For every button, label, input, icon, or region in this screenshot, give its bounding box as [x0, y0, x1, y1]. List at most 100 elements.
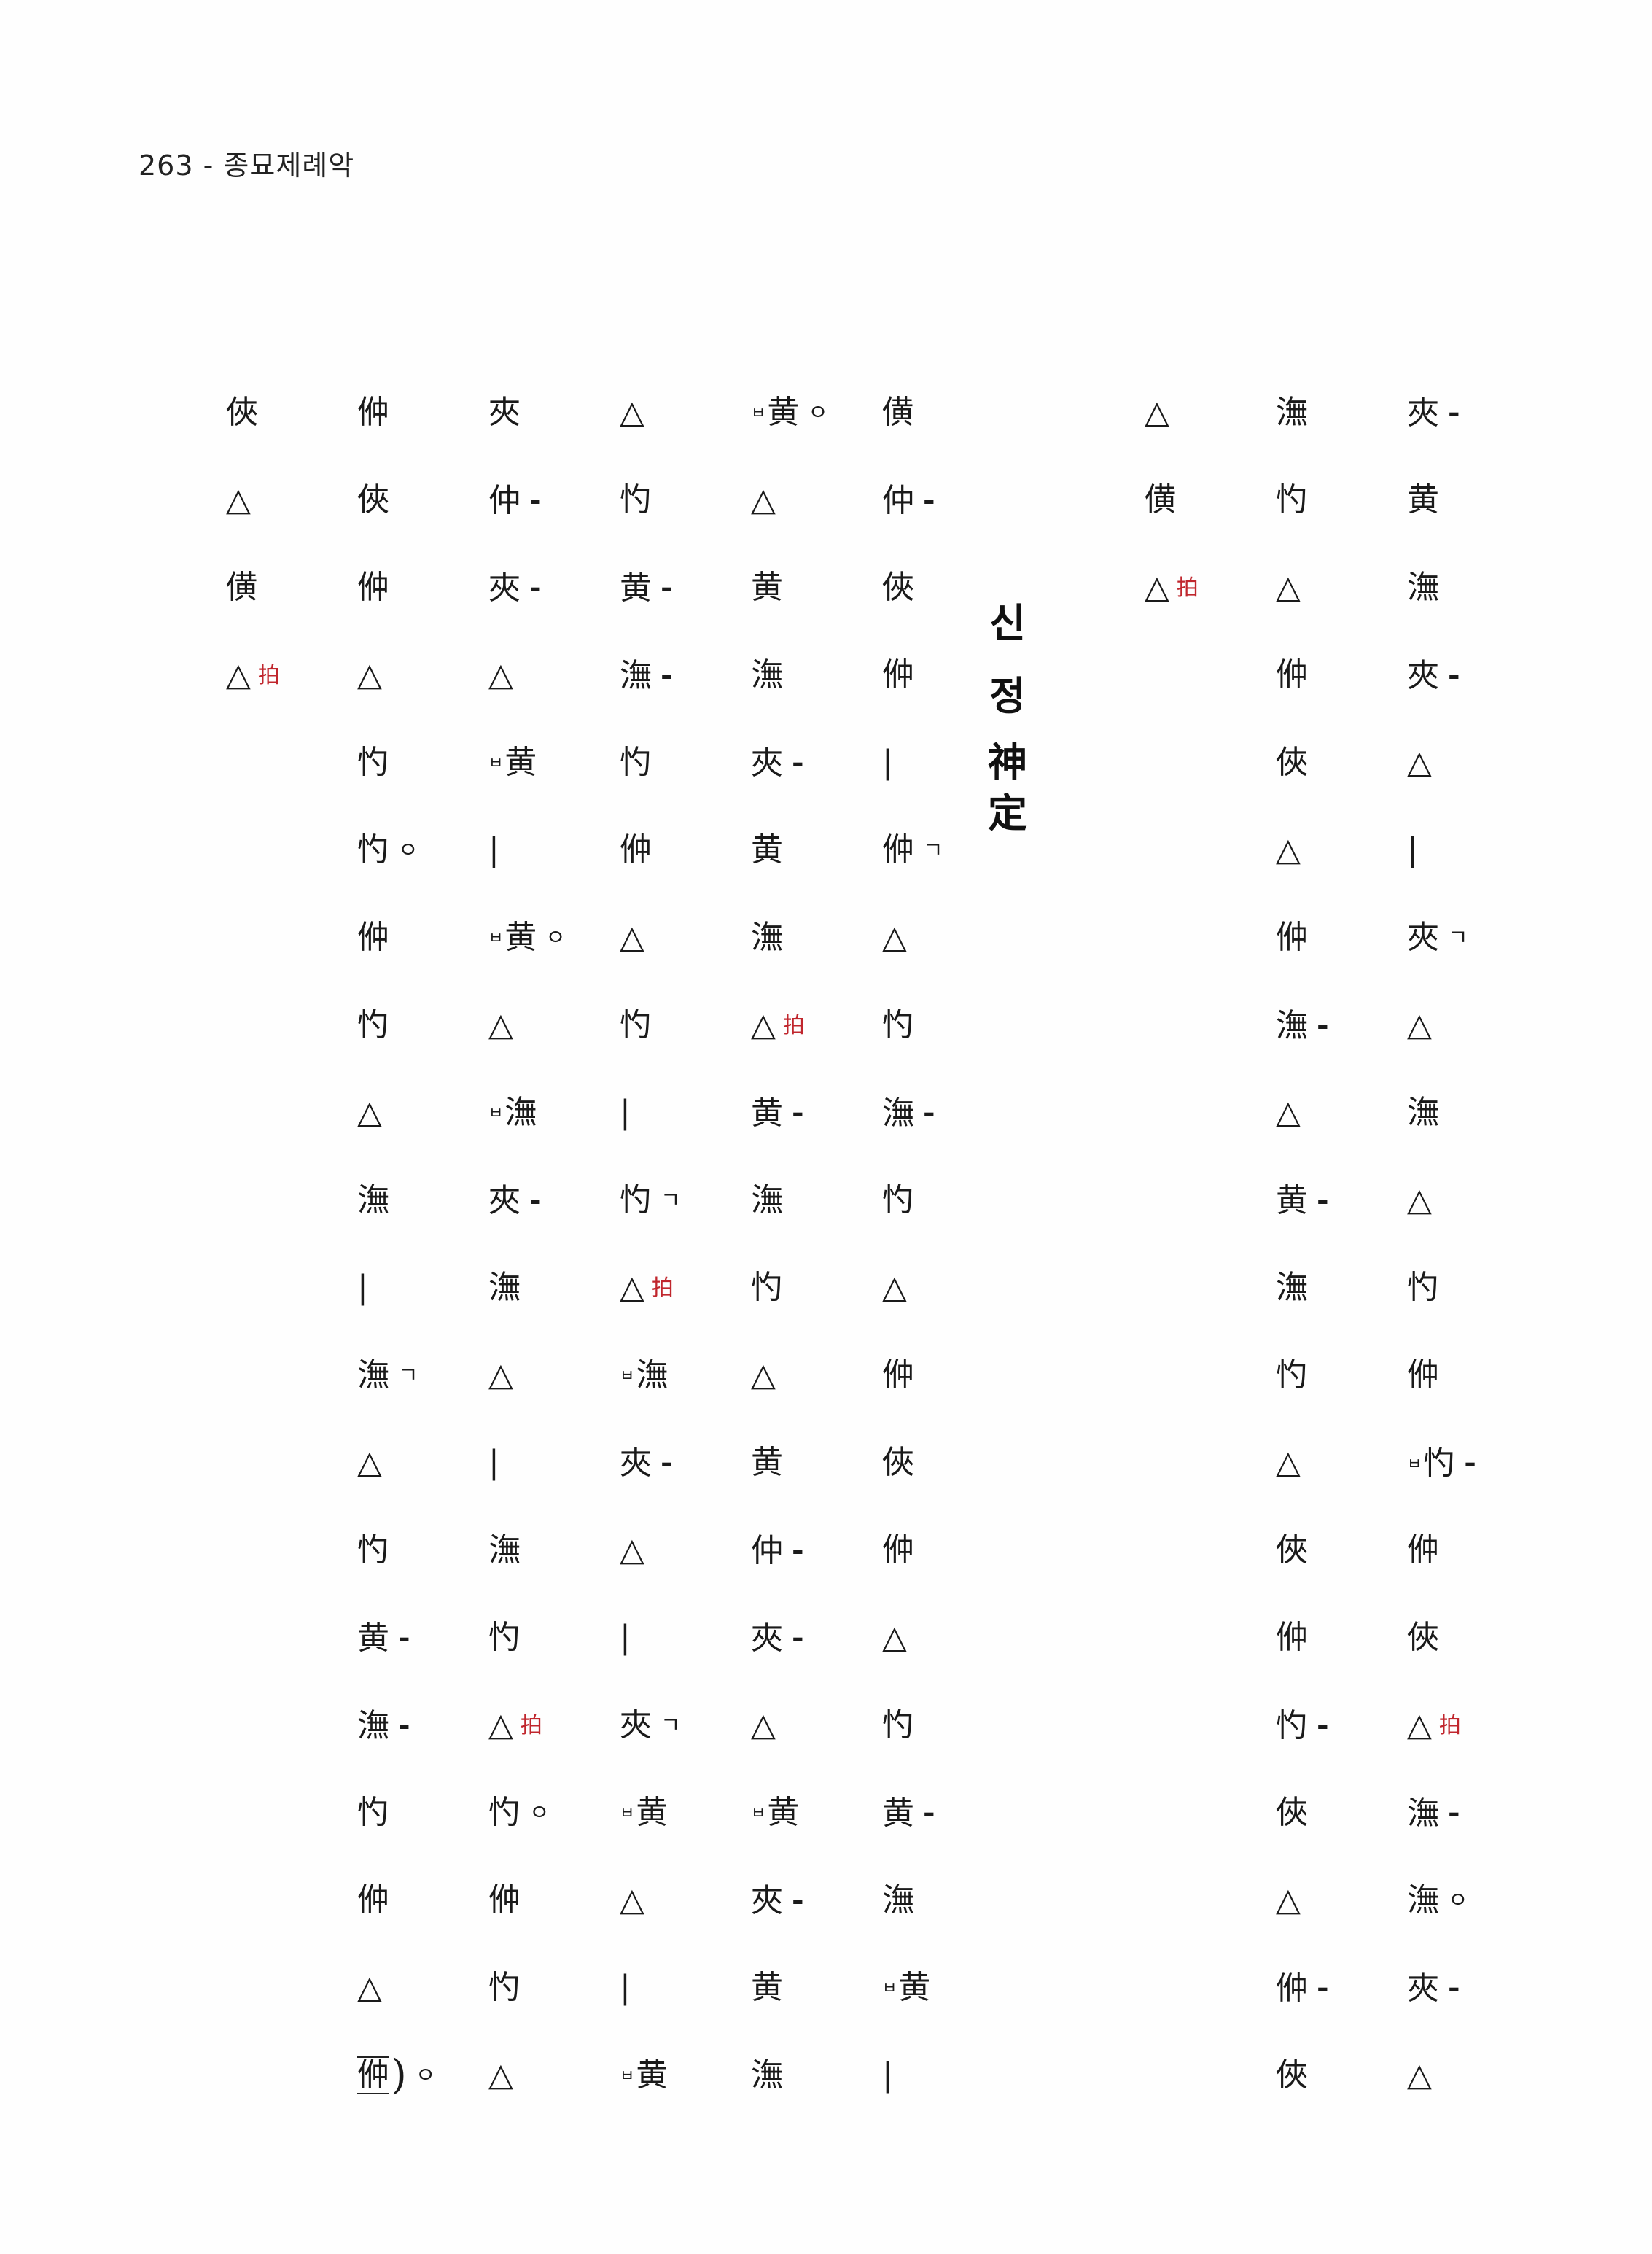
title-hanja-2: 定 — [988, 790, 1027, 836]
notation-cell: 夾- — [751, 1609, 882, 1667]
pitch-symbol: 㑖 — [357, 2056, 389, 2094]
notation-cell: △ 拍 — [488, 1696, 620, 1754]
notation-cell: 俠 — [357, 471, 488, 529]
ornament-suffix: - — [398, 1620, 410, 1655]
pitch-symbol: 㑖 — [357, 919, 389, 956]
pitch-symbol: 㣿 — [357, 831, 389, 868]
notation-cell: 㣿 — [620, 471, 751, 529]
notation-cell: 㑖 — [1276, 646, 1407, 704]
notation-cell: 黄- — [357, 1609, 488, 1667]
pitch-symbol: 黄 — [1276, 1182, 1308, 1219]
pitch-symbol: 黄 — [751, 831, 783, 868]
pitch-symbol: 俠 — [357, 481, 389, 518]
notation-cell: ㅂ黄 — [882, 1959, 1013, 2017]
pitch-symbol: 㑖 — [1276, 656, 1308, 693]
ornament-suffix: - — [1317, 1970, 1329, 2005]
pitch-symbol: 俠 — [1276, 1531, 1308, 1569]
notation-cell: 黄- — [620, 559, 751, 617]
pitch-symbol: 黄 — [751, 1095, 783, 1132]
notation-cell: 㑖 — [620, 821, 751, 879]
ornament-suffix: ㅇ — [1448, 1888, 1468, 1913]
title-hanja-1: 神 — [988, 739, 1027, 785]
notation-cell: 㣿ㅇ — [488, 1784, 620, 1842]
notation-cell: 㣿 — [882, 1696, 1013, 1754]
notation-cell: 潕- — [620, 646, 751, 704]
notation-cell: 潕 — [1276, 1259, 1407, 1317]
ornament-suffix: - — [1317, 1183, 1329, 1217]
pitch-symbol: 㑖 — [620, 831, 652, 868]
pitch-symbol: 㣿 — [1276, 1356, 1308, 1394]
pitch-symbol: △ — [882, 1619, 907, 1656]
pitch-symbol: 黄 — [767, 394, 800, 431]
pitch-symbol: 夾 — [1407, 919, 1439, 956]
ornament-prefix: ㅂ — [620, 2067, 635, 2086]
pitch-symbol: △ — [620, 1269, 644, 1306]
pitch-symbol: 俠 — [1276, 744, 1308, 781]
notation-cell: 㑖 — [882, 1346, 1013, 1404]
pitch-symbol: 黄 — [620, 570, 652, 607]
pitch-symbol: 黄 — [751, 1444, 783, 1481]
pitch-symbol: 夾 — [1407, 395, 1439, 432]
pitch-symbol: 㣿 — [357, 1531, 389, 1569]
notation-cell: 潕 — [751, 909, 882, 967]
ornament-suffix: ㅇ — [398, 838, 418, 863]
pitch-symbol: 潕 — [1276, 1269, 1308, 1306]
notation-cell: 潕- — [357, 1696, 488, 1754]
title-korean-2: 정 — [989, 673, 1026, 719]
notation-cell: 㑖 — [1407, 1521, 1538, 1579]
pitch-symbol: 俠 — [882, 569, 914, 606]
pitch-symbol: 黄 — [767, 1794, 800, 1831]
pitch-symbol: 㑖 — [882, 1531, 914, 1569]
pitch-symbol: 㑖 — [882, 1356, 914, 1394]
ornament-suffix: - — [661, 658, 673, 692]
pitch-symbol: △ — [357, 1444, 382, 1481]
notation-cell: △ — [357, 646, 488, 704]
notation-cell: ㅂ黄ㅇ — [488, 909, 620, 967]
notation-cell: 夾- — [1407, 1959, 1538, 2017]
pitch-symbol: △ — [357, 656, 382, 693]
ornament-prefix: ㅂ — [882, 1980, 897, 1998]
notation-cell: △ — [620, 384, 751, 442]
pitch-symbol: 㣿 — [1423, 1445, 1456, 1482]
pitch-symbol: 潕 — [1276, 394, 1308, 431]
notation-cell: △ — [620, 1521, 751, 1579]
notation-cell: 黄 — [1407, 471, 1538, 529]
notation-cell: ㅂ黄 — [620, 2046, 751, 2105]
pitch-symbol: 㣿 — [620, 481, 652, 518]
notation-cell: 㣿 — [357, 1784, 488, 1842]
pitch-symbol: 㣿 — [357, 1006, 389, 1044]
pitch-symbol: 僙 — [882, 394, 914, 431]
notation-cell: 夾- — [488, 559, 620, 617]
notation-cell: | — [357, 1259, 488, 1317]
notation-cell: 俠 — [1407, 1609, 1538, 1667]
ornament-prefix: ㅂ — [620, 1805, 635, 1823]
pitch-symbol: 㣿 — [882, 1006, 914, 1044]
pitch-symbol: 夾 — [488, 1182, 521, 1219]
ornament-prefix: ㅂ — [488, 1105, 504, 1123]
notation-cell: △ 拍 — [751, 996, 882, 1054]
notation-cell: 俠 — [1276, 1521, 1407, 1579]
ornament-suffix: - — [792, 1095, 804, 1130]
pitch-symbol: 㑖 — [357, 569, 389, 606]
pitch-symbol: | — [1407, 831, 1418, 868]
ornament-suffix: ㄱ — [923, 838, 943, 863]
pitch-symbol: 㣿 — [357, 1794, 389, 1831]
pitch-symbol: 仲 — [488, 482, 521, 519]
pitch-symbol: 黄 — [898, 1969, 931, 2006]
pitch-symbol: △ — [1407, 1181, 1432, 1219]
pitch-symbol: | — [620, 1969, 631, 2006]
notation-cell: ㅂ㣿 - — [1407, 1434, 1538, 1492]
notation-cell: 㑖 — [357, 909, 488, 967]
notation-cell: 㣿 — [620, 996, 751, 1054]
pitch-symbol: 仲 — [751, 1532, 783, 1569]
pitch-symbol: | — [882, 2056, 893, 2094]
notation-cell: ㅂ黄 — [620, 1784, 751, 1842]
notation-cell: 㣿 — [882, 996, 1013, 1054]
pitch-symbol: 㑖 — [357, 394, 389, 431]
ornament-suffix: - — [1448, 658, 1460, 692]
pitch-symbol: 俠 — [1276, 2056, 1308, 2094]
ornament-suffix: ㅇ — [529, 1800, 550, 1826]
notation-cell: △ — [357, 1434, 488, 1492]
pitch-symbol: 夾 — [620, 1706, 652, 1744]
notation-cell: 黄- — [882, 1784, 1013, 1842]
